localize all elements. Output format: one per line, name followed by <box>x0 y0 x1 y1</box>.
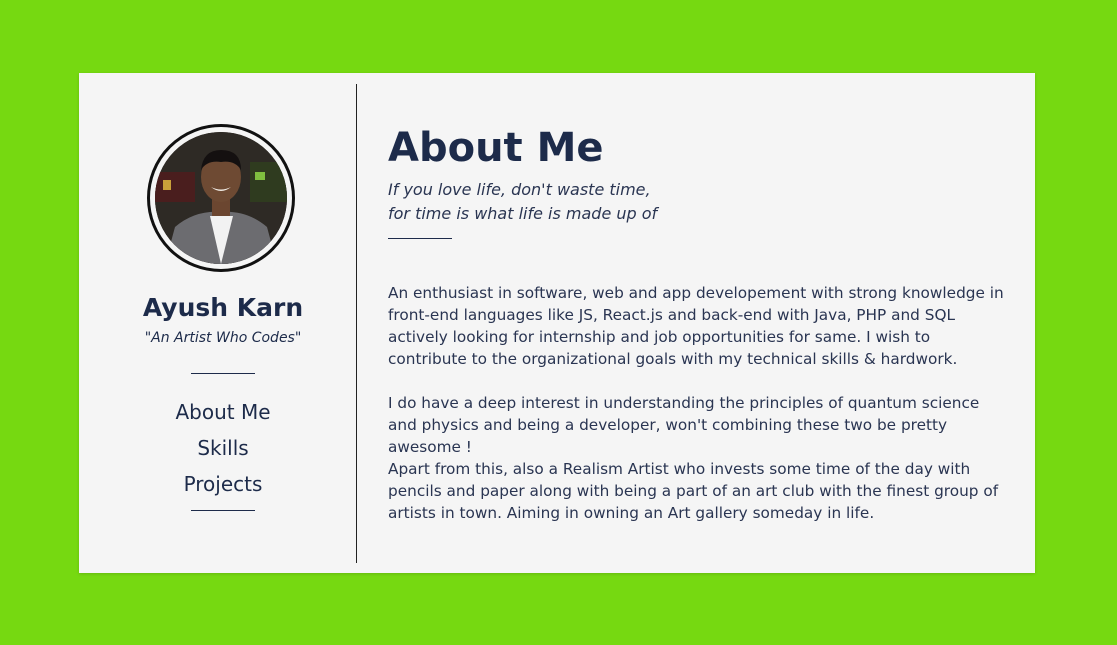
nav-item-projects[interactable]: Projects <box>79 466 367 502</box>
quote-line-2: for time is what life is made up of <box>388 204 658 223</box>
profile-card: Ayush Karn "An Artist Who Codes" About M… <box>79 73 1035 573</box>
title-underline <box>388 238 452 239</box>
nav-item-skills[interactable]: Skills <box>79 430 367 466</box>
nav-menu: About Me Skills Projects <box>79 394 367 502</box>
divider-top <box>191 373 255 374</box>
sidebar: Ayush Karn "An Artist Who Codes" About M… <box>79 73 357 573</box>
about-paragraph-3: Apart from this, also a Realism Artist w… <box>388 460 999 522</box>
profile-name: Ayush Karn <box>142 293 304 322</box>
nav-item-about-me[interactable]: About Me <box>79 394 367 430</box>
about-paragraph-2: I do have a deep interest in understandi… <box>388 394 980 456</box>
profile-tagline: "An Artist Who Codes" <box>144 330 302 346</box>
quote: If you love life, don't waste time, for … <box>388 178 657 226</box>
about-paragraph-1: An enthusiast in software, web and app d… <box>388 284 1004 368</box>
profile-photo-icon <box>155 132 287 264</box>
divider-bottom <box>191 510 255 511</box>
page-title: About Me <box>388 125 604 171</box>
quote-line-1: If you love life, don't waste time, <box>388 180 651 199</box>
avatar <box>147 124 295 272</box>
vertical-divider <box>356 84 357 563</box>
